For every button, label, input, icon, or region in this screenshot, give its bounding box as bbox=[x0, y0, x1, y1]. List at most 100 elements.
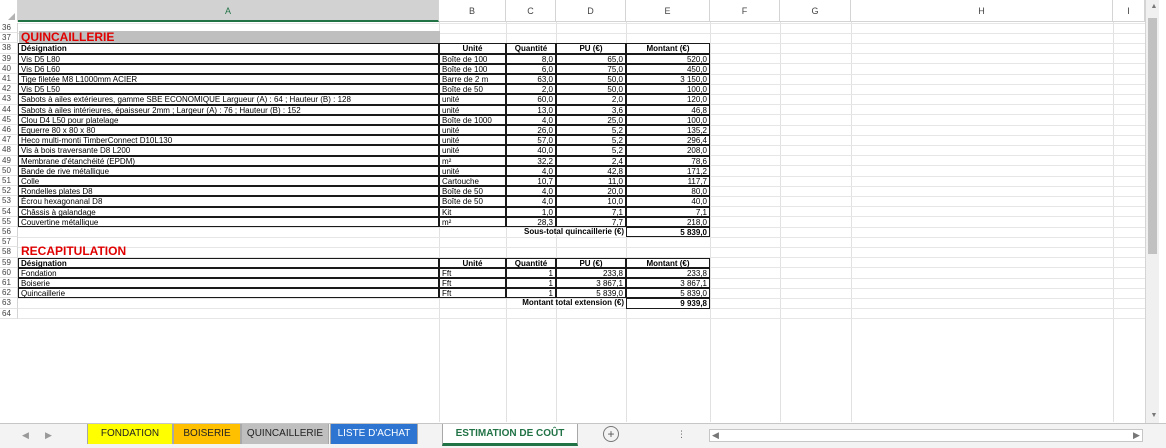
table-cell[interactable]: Vis à bois traversante D8 L200 bbox=[18, 145, 439, 156]
table-cell[interactable]: Boîte de 1000 bbox=[439, 114, 506, 125]
table-cell[interactable]: 4,0 bbox=[506, 186, 556, 197]
column-header-h[interactable]: H bbox=[851, 0, 1113, 22]
table-cell[interactable]: 75,0 bbox=[556, 63, 626, 74]
total-value[interactable]: 9 939,8 bbox=[626, 298, 710, 309]
column-header-i[interactable]: I bbox=[1113, 0, 1145, 22]
row-header[interactable]: 41 bbox=[0, 74, 18, 85]
row-header[interactable]: 60 bbox=[0, 267, 18, 278]
table-cell[interactable]: 46,8 bbox=[626, 104, 710, 115]
table-cell[interactable]: 80,0 bbox=[626, 186, 710, 197]
table-cell[interactable]: Fondation bbox=[18, 267, 439, 278]
table-cell[interactable]: Vis D5 L80 bbox=[18, 53, 439, 64]
table-cell[interactable]: 65,0 bbox=[556, 53, 626, 64]
table-cell[interactable]: 5,2 bbox=[556, 145, 626, 156]
table-cell[interactable]: unité bbox=[439, 125, 506, 136]
table-cell[interactable]: Écrou hexagonanal D8 bbox=[18, 196, 439, 207]
row-header[interactable]: 51 bbox=[0, 176, 18, 187]
table-cell[interactable]: 25,0 bbox=[556, 114, 626, 125]
table-cell[interactable]: 1 bbox=[506, 267, 556, 278]
table-cell[interactable]: 5,2 bbox=[556, 125, 626, 136]
table-cell[interactable]: 135,2 bbox=[626, 125, 710, 136]
table-cell[interactable]: unité bbox=[439, 165, 506, 176]
table-cell[interactable]: 42,8 bbox=[556, 165, 626, 176]
table-header-cell[interactable]: PU (€) bbox=[556, 257, 626, 268]
table-cell[interactable]: Membrane d'étanchéité (EPDM) bbox=[18, 155, 439, 166]
row-header[interactable]: 63 bbox=[0, 298, 18, 309]
table-cell[interactable]: Heco multi-monti TimberConnect D10L130 bbox=[18, 135, 439, 146]
row-header[interactable]: 55 bbox=[0, 216, 18, 227]
table-cell[interactable]: 50,0 bbox=[556, 84, 626, 95]
row-header[interactable]: 40 bbox=[0, 63, 18, 74]
column-header-c[interactable]: C bbox=[506, 0, 556, 22]
table-cell[interactable]: 100,0 bbox=[626, 84, 710, 95]
table-cell[interactable]: 171,2 bbox=[626, 165, 710, 176]
table-cell[interactable]: 5,2 bbox=[556, 135, 626, 146]
table-cell[interactable]: Barre de 2 m bbox=[439, 74, 506, 85]
table-cell[interactable]: 63,0 bbox=[506, 74, 556, 85]
scroll-right-arrow-icon[interactable]: ▶ bbox=[1133, 430, 1140, 441]
table-cell[interactable]: 7,1 bbox=[556, 206, 626, 217]
column-header-e[interactable]: E bbox=[626, 0, 710, 22]
subtotal-label[interactable]: Sous-total quincaillerie (€) bbox=[18, 227, 626, 237]
table-cell[interactable]: Sabots à ailes intérieures, épaisseur 2m… bbox=[18, 104, 439, 115]
prev-sheet-icon[interactable]: ◀ bbox=[22, 430, 29, 441]
tab-split-handle-icon[interactable]: ⋮ bbox=[677, 429, 686, 440]
table-cell[interactable]: Sabots à ailes extérieures, gamme SBE EC… bbox=[18, 94, 439, 105]
table-cell[interactable]: Boiserie bbox=[18, 278, 439, 289]
table-cell[interactable]: Boîte de 50 bbox=[439, 84, 506, 95]
row-header[interactable]: 44 bbox=[0, 104, 18, 115]
table-cell[interactable]: 117,7 bbox=[626, 176, 710, 187]
table-cell[interactable]: 28,3 bbox=[506, 216, 556, 227]
table-header-cell[interactable]: Quantité bbox=[506, 257, 556, 268]
table-cell[interactable]: 40,0 bbox=[626, 196, 710, 207]
table-cell[interactable]: 50,0 bbox=[556, 74, 626, 85]
row-header[interactable]: 57 bbox=[0, 237, 18, 248]
table-cell[interactable]: 120,0 bbox=[626, 94, 710, 105]
table-cell[interactable]: 10,7 bbox=[506, 176, 556, 187]
table-cell[interactable]: Boîte de 50 bbox=[439, 196, 506, 207]
table-cell[interactable]: Châssis à galandage bbox=[18, 206, 439, 217]
table-cell[interactable]: 3,6 bbox=[556, 104, 626, 115]
row-header[interactable]: 45 bbox=[0, 114, 18, 125]
table-header-cell[interactable]: Quantité bbox=[506, 43, 556, 54]
table-header-cell[interactable]: Unité bbox=[439, 43, 506, 54]
table-cell[interactable]: Vis D5 L50 bbox=[18, 84, 439, 95]
table-cell[interactable]: 3 150,0 bbox=[626, 74, 710, 85]
table-cell[interactable]: 2,4 bbox=[556, 155, 626, 166]
table-cell[interactable]: Equerre 80 x 80 x 80 bbox=[18, 125, 439, 136]
table-cell[interactable]: 26,0 bbox=[506, 125, 556, 136]
table-cell[interactable]: 1,0 bbox=[506, 206, 556, 217]
table-cell[interactable]: Fft bbox=[439, 288, 506, 299]
row-header[interactable]: 64 bbox=[0, 308, 18, 319]
table-cell[interactable]: unité bbox=[439, 145, 506, 156]
table-cell[interactable]: m² bbox=[439, 216, 506, 227]
row-header[interactable]: 39 bbox=[0, 53, 18, 64]
table-cell[interactable]: 100,0 bbox=[626, 114, 710, 125]
table-cell[interactable]: Fft bbox=[439, 278, 506, 289]
spreadsheet[interactable]: ABCDEFGHI 36 37 38 39 40 41 42 43 44 45 46 47 48 49 50… bbox=[0, 0, 1166, 448]
select-all-corner[interactable] bbox=[0, 0, 18, 22]
row-header[interactable]: 38 bbox=[0, 43, 18, 54]
table-cell[interactable]: Couvertine métallique bbox=[18, 216, 439, 227]
row-header[interactable]: 49 bbox=[0, 155, 18, 166]
table-header-cell[interactable]: Unité bbox=[439, 257, 506, 268]
table-cell[interactable]: 5 839,0 bbox=[626, 288, 710, 299]
table-cell[interactable]: 20,0 bbox=[556, 186, 626, 197]
table-cell[interactable]: unité bbox=[439, 135, 506, 146]
column-header-f[interactable]: F bbox=[710, 0, 780, 22]
table-cell[interactable]: 4,0 bbox=[506, 165, 556, 176]
table-cell[interactable]: Boîte de 100 bbox=[439, 63, 506, 74]
table-cell[interactable]: 7,7 bbox=[556, 216, 626, 227]
table-cell[interactable]: unité bbox=[439, 94, 506, 105]
row-header[interactable]: 53 bbox=[0, 196, 18, 207]
table-cell[interactable]: 8,0 bbox=[506, 53, 556, 64]
table-cell[interactable]: Cartouche bbox=[439, 176, 506, 187]
table-cell[interactable]: Boîte de 100 bbox=[439, 53, 506, 64]
scroll-down-arrow-icon[interactable]: ▼ bbox=[1147, 410, 1161, 422]
add-sheet-icon[interactable]: + bbox=[603, 426, 619, 442]
scroll-up-arrow-icon[interactable]: ▲ bbox=[1147, 1, 1161, 13]
row-header[interactable]: 47 bbox=[0, 135, 18, 146]
next-sheet-icon[interactable]: ▶ bbox=[45, 430, 52, 441]
row-header[interactable]: 52 bbox=[0, 186, 18, 197]
row-header[interactable]: 46 bbox=[0, 125, 18, 136]
